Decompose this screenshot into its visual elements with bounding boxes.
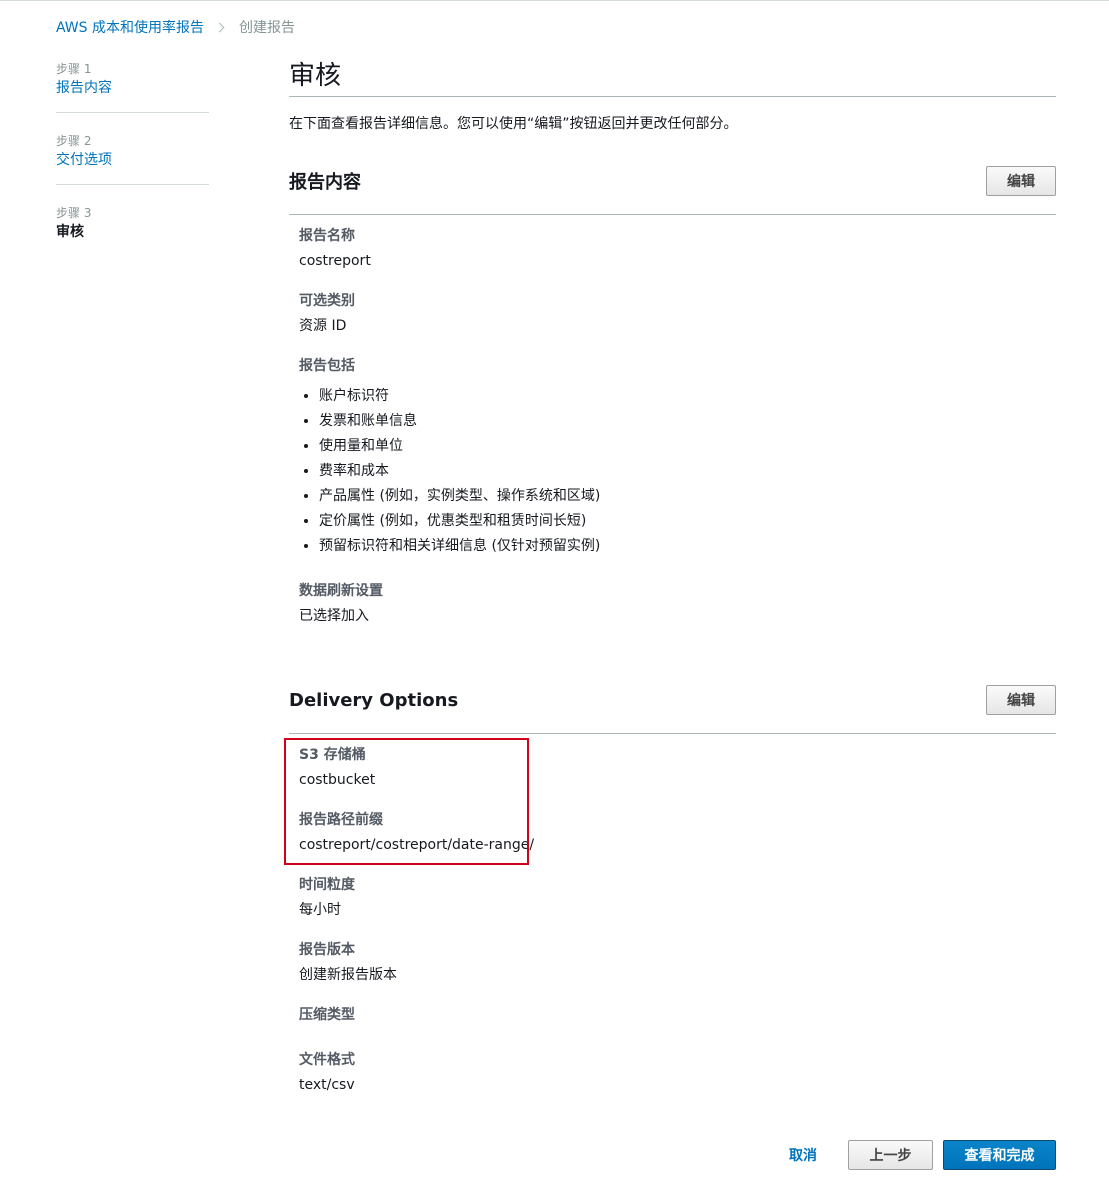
field-data-refresh: 数据刷新设置 已选择加入: [299, 581, 383, 626]
breadcrumb: AWS 成本和使用率报告 创建报告: [56, 17, 295, 37]
field-value: costreport: [299, 253, 371, 269]
field-label: 时间粒度: [299, 877, 355, 893]
review-and-complete-button[interactable]: 查看和完成: [943, 1140, 1056, 1170]
list-item: 预留标识符和相关详细信息 (仅针对预留实例): [299, 536, 600, 556]
field-label: 文件格式: [299, 1052, 355, 1068]
field-label: 数据刷新设置: [299, 583, 383, 599]
field-label: 报告名称: [299, 228, 355, 244]
page-title: 审核: [289, 61, 342, 91]
step-navigation: 步骤 1 报告内容 步骤 2 交付选项 步骤 3 审核: [56, 56, 209, 272]
field-report-includes: 报告包括 账户标识符 发票和账单信息 使用量和单位 费率和成本 产品属性 (例如…: [299, 356, 999, 561]
section-delivery-options: Delivery Options 编辑 S3 存储桶 costbucket 报告…: [289, 685, 1056, 1093]
highlight-box: [284, 738, 529, 865]
edit-delivery-options-button[interactable]: 编辑: [986, 685, 1056, 715]
title-divider: [289, 96, 1056, 97]
field-compression-type: 压缩类型: [299, 1005, 355, 1030]
field-value: 资源 ID: [299, 318, 347, 334]
previous-button[interactable]: 上一步: [848, 1140, 933, 1170]
field-label: 报告包括: [299, 358, 355, 374]
section-title: Delivery Options: [289, 689, 459, 711]
list-item: 发票和账单信息: [299, 411, 417, 431]
list-item: 账户标识符: [299, 386, 389, 406]
section-divider: [289, 733, 1056, 734]
step-number: 步骤 2: [56, 134, 92, 148]
step-link-report-content[interactable]: 报告内容: [56, 78, 209, 98]
field-value: text/csv: [299, 1077, 355, 1093]
field-file-format: 文件格式 text/csv: [299, 1050, 355, 1095]
field-optional-category: 可选类别 资源 ID: [299, 291, 355, 336]
list-item: 使用量和单位: [299, 436, 403, 456]
field-report-name: 报告名称 costreport: [299, 226, 371, 271]
page-intro: 在下面查看报告详细信息。您可以使用“编辑”按钮返回并更改任何部分。: [289, 116, 738, 132]
step-link-delivery-options[interactable]: 交付选项: [56, 150, 209, 170]
chevron-right-icon: [214, 22, 225, 32]
field-time-granularity: 时间粒度 每小时: [299, 875, 355, 920]
step-2: 步骤 2 交付选项: [56, 128, 209, 185]
top-border: [0, 0, 1109, 1]
step-1: 步骤 1 报告内容: [56, 56, 209, 113]
cancel-button[interactable]: 取消: [789, 1145, 817, 1165]
field-value: 已选择加入: [299, 608, 369, 624]
field-label: 压缩类型: [299, 1007, 355, 1023]
section-report-content: 报告内容 编辑 报告名称 costreport 可选类别 资源 ID 报告包括 …: [289, 166, 1056, 624]
step-3: 步骤 3 审核: [56, 200, 209, 257]
step-number: 步骤 1: [56, 62, 92, 76]
field-value: 创建新报告版本: [299, 967, 397, 983]
breadcrumb-current: 创建报告: [239, 20, 295, 36]
section-divider: [289, 214, 1056, 215]
field-value: 每小时: [299, 902, 341, 918]
edit-report-content-button[interactable]: 编辑: [986, 166, 1056, 196]
breadcrumb-link-cost-reports[interactable]: AWS 成本和使用率报告: [56, 17, 204, 37]
field-report-versioning: 报告版本 创建新报告版本: [299, 940, 397, 985]
list-item: 定价属性 (例如，优惠类型和租赁时间长短): [299, 511, 586, 531]
list-item: 产品属性 (例如，实例类型、操作系统和区域): [299, 486, 600, 506]
field-label: 可选类别: [299, 293, 355, 309]
includes-list: 账户标识符 发票和账单信息 使用量和单位 费率和成本 产品属性 (例如，实例类型…: [299, 386, 999, 561]
wizard-footer: 取消 上一步 查看和完成: [0, 1140, 1109, 1170]
step-number: 步骤 3: [56, 206, 92, 220]
field-label: 报告版本: [299, 942, 355, 958]
list-item: 费率和成本: [299, 461, 389, 481]
step-current-review: 审核: [56, 224, 84, 240]
main-content: 审核 在下面查看报告详细信息。您可以使用“编辑”按钮返回并更改任何部分。 报告内…: [289, 56, 1056, 1093]
section-title: 报告内容: [289, 172, 361, 193]
